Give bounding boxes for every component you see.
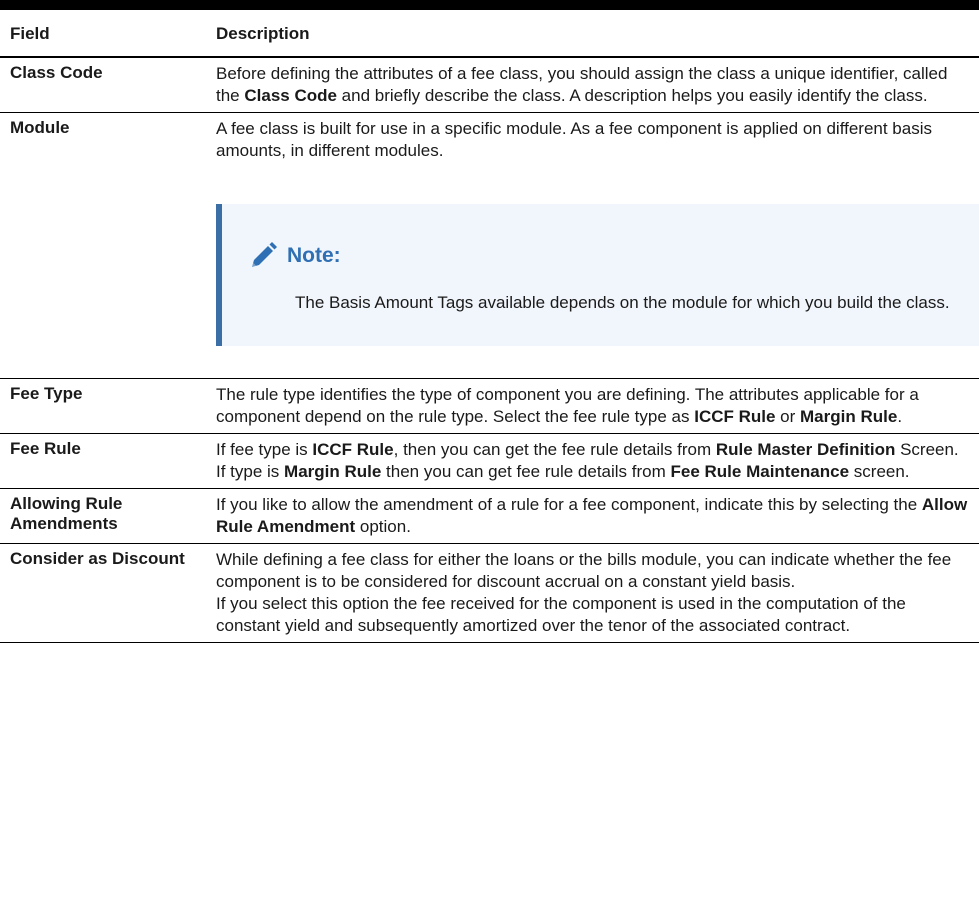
note-spacer bbox=[216, 346, 971, 373]
table-row: Fee Type The rule type identifies the ty… bbox=[0, 378, 979, 434]
field-fee-type: Fee Type bbox=[0, 378, 206, 434]
table-row: Allowing Rule Amendments If you like to … bbox=[0, 488, 979, 544]
description-allowing-rule-amendments: If you like to allow the amendment of a … bbox=[206, 488, 979, 544]
pencil-icon bbox=[249, 242, 279, 270]
desc-text: and briefly describe the class. A descri… bbox=[336, 86, 928, 105]
table-row: Fee Rule If fee type is ICCF Rule, then … bbox=[0, 433, 979, 489]
field-class-code: Class Code bbox=[0, 57, 206, 113]
desc-text: screen. bbox=[849, 462, 910, 481]
desc-paragraph: While defining a fee class for either th… bbox=[216, 550, 952, 591]
description-consider-as-discount: While defining a fee class for either th… bbox=[206, 543, 979, 643]
field-module: Module bbox=[0, 112, 206, 379]
note-header: Note: bbox=[249, 242, 959, 270]
desc-text: If you like to allow the amendment of a … bbox=[216, 495, 922, 514]
desc-bold: Margin Rule bbox=[284, 462, 382, 481]
desc-bold: Rule Master Definition bbox=[715, 440, 896, 459]
note-title: Note: bbox=[287, 244, 341, 267]
desc-bold: Margin Rule bbox=[800, 407, 898, 426]
note-box: Note: The Basis Amount Tags available de… bbox=[216, 204, 979, 346]
description-class-code: Before defining the attributes of a fee … bbox=[206, 57, 979, 113]
table-header-row: Field Description bbox=[0, 0, 979, 58]
desc-text: If fee type is bbox=[216, 440, 313, 459]
note-text: The Basis Amount Tags available depends … bbox=[295, 293, 950, 312]
desc-paragraph: If you select this option the fee receiv… bbox=[216, 594, 906, 635]
desc-bold: ICCF Rule bbox=[312, 440, 394, 459]
header-field: Field bbox=[0, 0, 206, 58]
desc-text: , then you can get the fee rule details … bbox=[393, 440, 716, 459]
desc-text: or bbox=[775, 407, 801, 426]
desc-bold: ICCF Rule bbox=[694, 407, 776, 426]
table-row: Class Code Before defining the attribute… bbox=[0, 57, 979, 113]
desc-text: . bbox=[897, 407, 903, 426]
field-consider-as-discount: Consider as Discount bbox=[0, 543, 206, 643]
desc-bold: Fee Rule Maintenance bbox=[670, 462, 850, 481]
table-row: Consider as Discount While defining a fe… bbox=[0, 543, 979, 643]
description-fee-rule: If fee type is ICCF Rule, then you can g… bbox=[206, 433, 979, 489]
desc-text: A fee class is built for use in a specif… bbox=[216, 119, 932, 160]
table-row: Module A fee class is built for use in a… bbox=[0, 112, 979, 379]
desc-text: option. bbox=[355, 517, 411, 536]
field-description-table: Field Description Class Code Before defi… bbox=[0, 0, 979, 643]
description-module: A fee class is built for use in a specif… bbox=[206, 112, 979, 379]
desc-bold: Class Code bbox=[244, 86, 337, 105]
description-fee-type: The rule type identifies the type of com… bbox=[206, 378, 979, 434]
header-description: Description bbox=[206, 0, 979, 58]
desc-text: then you can get fee rule details from bbox=[381, 462, 671, 481]
field-allowing-rule-amendments: Allowing Rule Amendments bbox=[0, 488, 206, 544]
field-fee-rule: Fee Rule bbox=[0, 433, 206, 489]
